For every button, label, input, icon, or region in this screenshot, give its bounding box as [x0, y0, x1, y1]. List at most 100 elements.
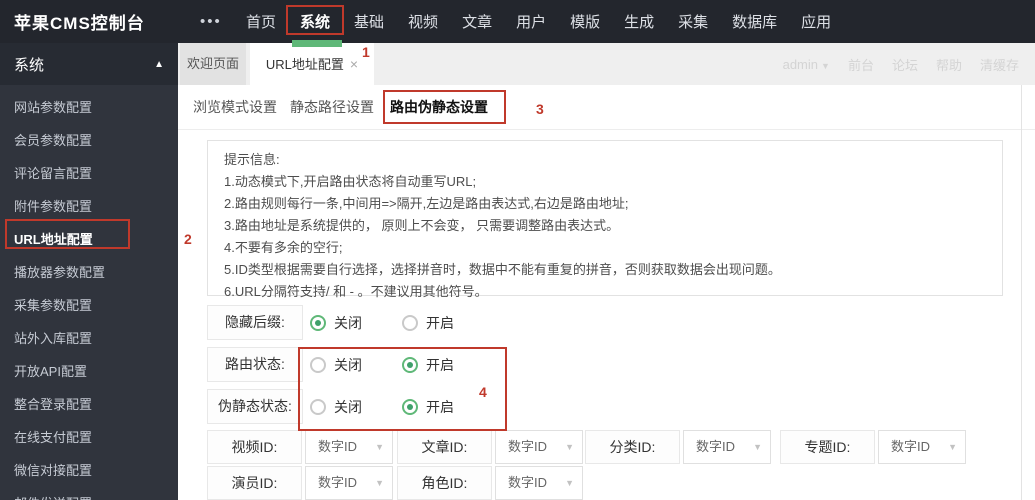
sidebar-item-collect-config[interactable]: 采集参数配置 [0, 289, 178, 322]
radio-route-status-on[interactable]: 开启 [402, 347, 454, 382]
sidebar-group-system[interactable]: 系统 ▲ [0, 43, 178, 85]
annotation-number-4: 4 [479, 384, 487, 400]
field-role-id: 角色ID: 数字ID ▼ [397, 466, 583, 500]
subtab-browse-mode[interactable]: 浏览模式设置 [193, 85, 277, 130]
article-id-select[interactable]: 数字ID ▼ [495, 430, 583, 464]
category-id-select[interactable]: 数字ID ▼ [683, 430, 771, 464]
sidebar-item-url-config[interactable]: URL地址配置 [0, 223, 178, 256]
form-row-hide-suffix: 隐藏后缀: 关闭 开启 [178, 305, 1035, 340]
radio-rewrite-status-off[interactable]: 关闭 [310, 389, 362, 424]
hint-line: 2.路由规则每行一条,中间用=>隔开,左边是路由表达式,右边是路由地址; [224, 196, 629, 211]
radio-label: 开启 [426, 398, 454, 415]
active-nav-indicator [292, 40, 342, 47]
sidebar-item-open-api-config[interactable]: 开放API配置 [0, 355, 178, 388]
hint-line: 4.不要有多余的空行; [224, 240, 343, 255]
hint-box: 提示信息: 1.动态模式下,开启路由状态将自动重写URL; 2.路由规则每行一条… [207, 140, 1003, 299]
radio-hide-suffix-on[interactable]: 开启 [402, 305, 454, 340]
more-menu-icon[interactable]: ••• [200, 13, 246, 30]
sidebar-item-player-config[interactable]: 播放器参数配置 [0, 256, 178, 289]
sidebar-menu: 网站参数配置 会员参数配置 评论留言配置 附件参数配置 URL地址配置 播放器参… [0, 85, 178, 500]
field-label-actor-id: 演员ID: [207, 466, 302, 500]
sidebar-item-site-params[interactable]: 网站参数配置 [0, 91, 178, 124]
radio-label: 关闭 [334, 314, 362, 331]
nav-item-home[interactable]: 首页 [246, 11, 276, 32]
select-value: 数字ID [696, 439, 736, 454]
nav-item-generate[interactable]: 生成 [624, 11, 654, 32]
sidebar-item-integrated-login-config[interactable]: 整合登录配置 [0, 388, 178, 421]
close-icon[interactable]: × [350, 56, 358, 72]
nav-item-article[interactable]: 文章 [462, 11, 492, 32]
userbar-link-forum[interactable]: 论坛 [892, 55, 918, 74]
form-row-id-types-1: 视频ID: 数字ID ▼ 文章ID: 数字ID ▼ 分类ID: 数字ID ▼ 专… [178, 430, 1035, 464]
userbar-link-clear-cache[interactable]: 清缓存 [980, 55, 1019, 74]
nav-item-template[interactable]: 模版 [570, 11, 600, 32]
sidebar: 系统 ▲ 网站参数配置 会员参数配置 评论留言配置 附件参数配置 URL地址配置… [0, 43, 178, 500]
caret-down-icon: ▼ [948, 442, 957, 452]
user-menu[interactable]: admin ▼ [783, 57, 830, 72]
select-value: 数字ID [891, 439, 931, 454]
radio-icon[interactable] [402, 356, 418, 373]
nav-item-database[interactable]: 数据库 [732, 11, 777, 32]
nav-item-system[interactable]: 系统 [300, 11, 330, 32]
userbar-link-help[interactable]: 帮助 [936, 55, 962, 74]
tab-welcome-page[interactable]: 欢迎页面 [180, 43, 246, 85]
caret-down-icon: ▼ [753, 442, 762, 452]
radio-hide-suffix-off[interactable]: 关闭 [310, 305, 362, 340]
main-content: 欢迎页面 URL地址配置 × admin ▼ 前台 论坛 帮助 清缓存 浏览模式设置… [178, 43, 1035, 500]
radio-route-status-off[interactable]: 关闭 [310, 347, 362, 382]
tab-url-config[interactable]: URL地址配置 × [250, 43, 374, 85]
field-label-hide-suffix: 隐藏后缀: [207, 305, 303, 340]
radio-icon[interactable] [310, 356, 326, 373]
radio-rewrite-status-on[interactable]: 开启 [402, 389, 454, 424]
field-topic-id: 专题ID: 数字ID ▼ [780, 430, 966, 464]
caret-down-icon: ▼ [565, 442, 574, 452]
hint-line: 5.ID类型根据需要自行选择，选择拼音时，数据中不能有重复的拼音，否则获取数据会… [224, 262, 781, 277]
sidebar-item-online-pay-config[interactable]: 在线支付配置 [0, 421, 178, 454]
sidebar-item-member-params[interactable]: 会员参数配置 [0, 124, 178, 157]
sidebar-item-attachment-config[interactable]: 附件参数配置 [0, 190, 178, 223]
form-row-rewrite-status: 伪静态状态: 关闭 开启 [178, 389, 1035, 424]
chevron-down-icon: ▼ [821, 60, 830, 71]
sidebar-item-external-store-config[interactable]: 站外入库配置 [0, 322, 178, 355]
annotation-number-3: 3 [536, 101, 544, 117]
annotation-number-1: 1 [362, 44, 370, 60]
topic-id-select[interactable]: 数字ID ▼ [878, 430, 966, 464]
nav-item-basic[interactable]: 基础 [354, 11, 384, 32]
form-row-route-status: 路由状态: 关闭 开启 [178, 347, 1035, 382]
select-value: 数字ID [318, 439, 358, 454]
nav-item-video[interactable]: 视频 [408, 11, 438, 32]
nav-item-collect[interactable]: 采集 [678, 11, 708, 32]
select-value: 数字ID [508, 439, 548, 454]
form-row-id-types-2: 演员ID: 数字ID ▼ 角色ID: 数字ID ▼ [178, 466, 1035, 500]
actor-id-select[interactable]: 数字ID ▼ [305, 466, 393, 500]
sidebar-group-label: 系统 [14, 56, 45, 74]
field-video-id: 视频ID: 数字ID ▼ [207, 430, 393, 464]
radio-icon[interactable] [402, 398, 418, 415]
subtab-route-rewrite[interactable]: 路由伪静态设置 [390, 85, 488, 130]
field-label-role-id: 角色ID: [397, 466, 492, 500]
field-actor-id: 演员ID: 数字ID ▼ [207, 466, 393, 500]
radio-label: 开启 [426, 356, 454, 373]
radio-icon[interactable] [402, 314, 418, 331]
scrollbar-track[interactable] [1021, 85, 1022, 500]
sub-tab-bar: 浏览模式设置 静态路径设置 路由伪静态设置 [178, 85, 1035, 130]
sidebar-item-mail-config[interactable]: 邮件发送配置 [0, 487, 178, 500]
select-value: 数字ID [508, 475, 548, 490]
sidebar-item-wechat-config[interactable]: 微信对接配置 [0, 454, 178, 487]
hint-line: 6.URL分隔符支持/ 和 - 。不建议用其他符号。 [224, 284, 488, 299]
radio-icon[interactable] [310, 314, 326, 331]
field-article-id: 文章ID: 数字ID ▼ [397, 430, 583, 464]
sidebar-item-comment-config[interactable]: 评论留言配置 [0, 157, 178, 190]
field-label-category-id: 分类ID: [585, 430, 680, 464]
top-navbar: 苹果CMS控制台 ••• 首页 系统 基础 视频 文章 用户 模版 生成 采集 … [0, 0, 1035, 43]
nav-item-apps[interactable]: 应用 [801, 11, 831, 32]
radio-icon[interactable] [310, 398, 326, 415]
userbar-link-frontend[interactable]: 前台 [848, 55, 874, 74]
nav-item-user[interactable]: 用户 [516, 11, 546, 32]
hint-line: 3.路由地址是系统提供的， 原则上不会变， 只需要调整路由表达式。 [224, 218, 620, 233]
field-label-article-id: 文章ID: [397, 430, 492, 464]
collapse-arrow-icon: ▲ [154, 58, 164, 70]
subtab-static-path[interactable]: 静态路径设置 [290, 85, 374, 130]
role-id-select[interactable]: 数字ID ▼ [495, 466, 583, 500]
video-id-select[interactable]: 数字ID ▼ [305, 430, 393, 464]
